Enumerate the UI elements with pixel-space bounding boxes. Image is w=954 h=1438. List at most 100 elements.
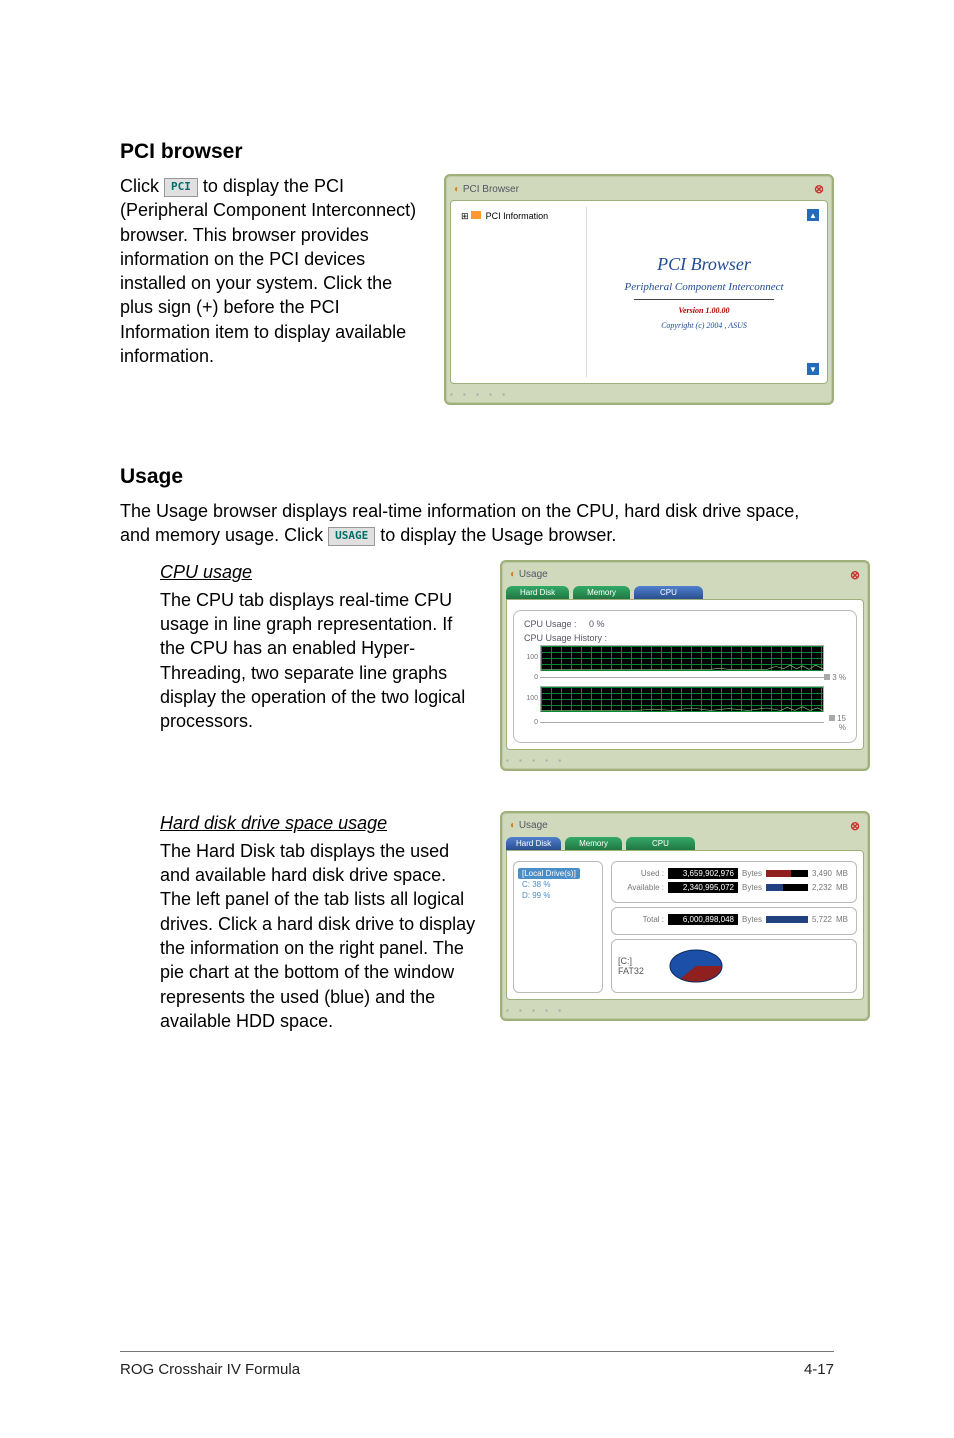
- pci-text: Click PCI to display the PCI (Peripheral…: [120, 174, 424, 368]
- hdd-total-box: Total : 6,000,898,048 Bytes 5,722 MB: [611, 907, 857, 935]
- pci-window-globe-icon: ◐: [454, 184, 460, 195]
- cpu-window: ◐ Usage ⊗ Hard Disk Memory CPU CPU Usage…: [500, 560, 870, 771]
- tab-hard-disk[interactable]: Hard Disk: [506, 586, 569, 599]
- pci-section: PCI browser Click PCI to display the PCI…: [120, 140, 834, 405]
- cpu-graph-row-2-top: 100: [524, 686, 846, 712]
- hdd-window: ◐ Usage ⊗ Hard Disk Memory CPU [Local Dr…: [500, 811, 870, 1021]
- used-bytes: 3,659,902,976: [668, 868, 738, 879]
- total-mb-unit: MB: [836, 915, 848, 924]
- usage-heading: Usage: [120, 465, 834, 489]
- usage-button-icon: USAGE: [328, 527, 375, 546]
- total-mb: 5,722: [812, 915, 832, 924]
- hdd-text-col: Hard disk drive space usage The Hard Dis…: [160, 811, 480, 1034]
- cpu-tabs: Hard Disk Memory CPU: [506, 586, 864, 599]
- hdd-avail-row: Available : 2,340,995,072 Bytes 2,232 MB: [620, 882, 848, 893]
- cpu-usage-label: CPU Usage :: [524, 619, 577, 629]
- hdd-drive-d[interactable]: D: 99 %: [522, 890, 598, 901]
- total-unit: Bytes: [742, 915, 762, 924]
- cpu-graph-2: [540, 686, 824, 712]
- hdd-tabs: Hard Disk Memory CPU: [506, 837, 864, 850]
- used-unit: Bytes: [742, 869, 762, 878]
- cpu-spark-2: [541, 703, 823, 709]
- hdd-pie-box: [C:] FAT32: [611, 939, 857, 993]
- plus-icon[interactable]: ⊞: [461, 211, 469, 221]
- pci-window: ◐ PCI Browser ⊗ ⊞ PCI Information: [444, 174, 834, 405]
- cpu-window-title: ◐ Usage: [510, 569, 548, 580]
- scroll-down-icon[interactable]: ▼: [807, 363, 819, 375]
- cpu-text-col: CPU usage The CPU tab displays real-time…: [160, 560, 480, 734]
- used-mb: 3,490: [812, 869, 832, 878]
- cpu-window-titlebar: ◐ Usage ⊗: [506, 566, 864, 586]
- pie-drive-label: [C:]: [618, 956, 658, 966]
- footer-right: 4-17: [804, 1361, 834, 1378]
- tab-cpu[interactable]: CPU: [626, 837, 695, 850]
- tab-hard-disk[interactable]: Hard Disk: [506, 837, 561, 850]
- cpu-spark-1: [541, 662, 823, 668]
- pci-main-panel: ▲ PCI Browser Peripheral Component Inter…: [587, 207, 821, 377]
- close-icon[interactable]: ⊗: [850, 819, 860, 833]
- cpu-window-thumb: ◐ Usage ⊗ Hard Disk Memory CPU CPU Usage…: [500, 560, 870, 771]
- total-bar: [766, 916, 808, 923]
- pci-tree[interactable]: ⊞ PCI Information: [457, 207, 587, 377]
- axis-0-b: 0: [524, 719, 540, 726]
- resize-grip-icon[interactable]: ▪ ▪ ▪ ▪ ▪: [506, 756, 864, 765]
- cpu-graph-1-base: [540, 677, 824, 678]
- page-footer: ROG Crosshair IV Formula 4-17: [120, 1361, 834, 1378]
- pci-two-col: Click PCI to display the PCI (Peripheral…: [120, 174, 834, 405]
- tab-memory[interactable]: Memory: [565, 837, 622, 850]
- avail-mb-unit: MB: [836, 883, 848, 892]
- axis-0-a: 0: [524, 674, 540, 681]
- pci-main-subtitle: Peripheral Component Interconnect: [624, 281, 783, 293]
- hdd-used-avail-box: Used : 3,659,902,976 Bytes 3,490 MB Avai…: [611, 861, 857, 903]
- axis-100-a: 100: [524, 654, 540, 661]
- avail-unit: Bytes: [742, 883, 762, 892]
- resize-grip-icon[interactable]: ▪ ▪ ▪ ▪ ▪: [450, 390, 828, 399]
- avail-mb: 2,232: [812, 883, 832, 892]
- pci-tree-root-item[interactable]: ⊞ PCI Information: [461, 211, 582, 222]
- close-icon[interactable]: ⊗: [850, 568, 860, 582]
- hdd-layout: [Local Drive(s)] C: 38 % D: 99 % Used : …: [513, 861, 857, 993]
- resize-grip-icon[interactable]: ▪ ▪ ▪ ▪ ▪: [506, 1006, 864, 1015]
- folder-icon: [471, 211, 481, 219]
- hdd-window-title: ◐ Usage: [510, 820, 548, 831]
- total-label: Total :: [620, 915, 664, 924]
- pie-labels: [C:] FAT32: [618, 956, 658, 976]
- pci-window-title: ◐ PCI Browser: [454, 184, 519, 195]
- avail-bar-fill: [766, 884, 783, 891]
- pci-window-titlebar: ◐ PCI Browser ⊗: [450, 180, 828, 200]
- axis-100-b: 100: [524, 695, 540, 702]
- cpu-content: CPU Usage : 0 % CPU Usage History : 100: [506, 599, 864, 750]
- cpu-graph-row-2-bot: 0 15 %: [524, 714, 846, 732]
- avail-label: Available :: [620, 883, 664, 892]
- avail-bytes: 2,340,995,072: [668, 882, 738, 893]
- cpu-graph-1: [540, 645, 824, 671]
- cpu-panel: CPU Usage : 0 % CPU Usage History : 100: [513, 610, 857, 743]
- close-icon[interactable]: ⊗: [814, 182, 824, 196]
- hdd-window-thumb: ◐ Usage ⊗ Hard Disk Memory CPU [Local Dr…: [500, 811, 870, 1021]
- pci-layout: ⊞ PCI Information ▲ PCI Browser Peripher…: [457, 207, 821, 377]
- pci-heading: PCI browser: [120, 140, 834, 164]
- tab-cpu[interactable]: CPU: [634, 586, 703, 599]
- tab-memory[interactable]: Memory: [573, 586, 630, 599]
- used-bar: [766, 870, 808, 877]
- pci-window-thumb: ◐ PCI Browser ⊗ ⊞ PCI Information: [444, 174, 834, 405]
- pie-chart: [666, 946, 726, 986]
- hdd-total-row: Total : 6,000,898,048 Bytes 5,722 MB: [620, 914, 848, 925]
- cpu-window-globe-icon: ◐: [510, 569, 516, 580]
- hdd-right-panel: Used : 3,659,902,976 Bytes 3,490 MB Avai…: [611, 861, 857, 993]
- hdd-subheading: Hard disk drive space usage: [160, 811, 480, 835]
- pci-para-pre: Click: [120, 176, 164, 196]
- cpu-body: The CPU tab displays real-time CPU usage…: [160, 588, 480, 734]
- cpu-subsection: CPU usage The CPU tab displays real-time…: [160, 560, 834, 771]
- used-bar-fill: [766, 870, 791, 877]
- hdd-used-row: Used : 3,659,902,976 Bytes 3,490 MB: [620, 868, 848, 879]
- pci-copyright: Copyright (c) 2004 , ASUS: [661, 321, 747, 330]
- cpu-graph-row-1-top: 100: [524, 645, 846, 671]
- hdd-body: The Hard Disk tab displays the used and …: [160, 839, 480, 1033]
- hdd-list-header: [Local Drive(s)]: [518, 868, 580, 879]
- hdd-window-titlebar: ◐ Usage ⊗: [506, 817, 864, 837]
- avail-bar: [766, 884, 808, 891]
- total-bytes: 6,000,898,048: [668, 914, 738, 925]
- hdd-drive-c[interactable]: C: 38 %: [522, 879, 598, 890]
- scroll-up-icon[interactable]: ▲: [807, 209, 819, 221]
